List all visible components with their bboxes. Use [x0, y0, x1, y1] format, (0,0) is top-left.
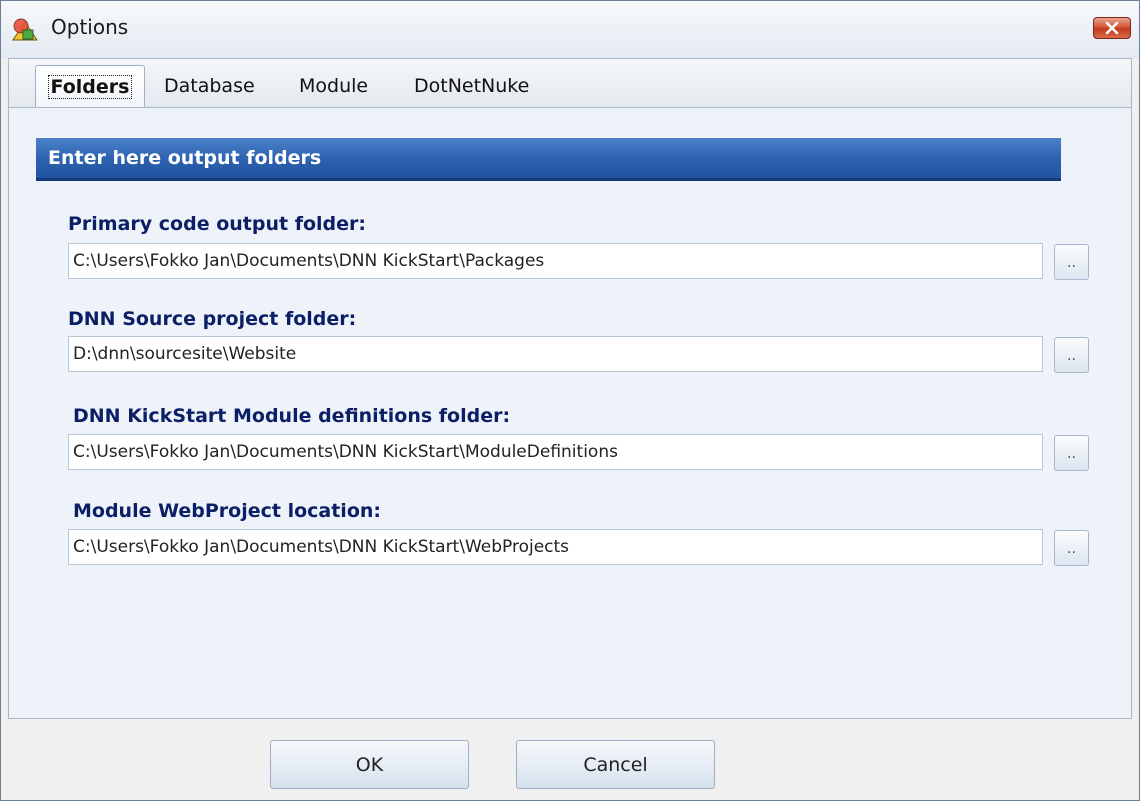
- close-icon: [1105, 21, 1119, 35]
- module-webproject-location-input[interactable]: [68, 529, 1043, 565]
- module-definitions-folder-browse-button[interactable]: ..: [1054, 435, 1089, 471]
- dnn-source-project-folder-browse-button[interactable]: ..: [1054, 337, 1089, 373]
- module-webproject-location-label: Module WebProject location:: [73, 500, 381, 522]
- title-bar[interactable]: Options: [1, 1, 1139, 58]
- module-definitions-folder-input[interactable]: [68, 434, 1043, 470]
- tab-dotnetnuke[interactable]: DotNetNuke: [414, 65, 529, 107]
- app-shapes-icon: [12, 18, 38, 41]
- module-webproject-location-browse-button[interactable]: ..: [1054, 530, 1089, 566]
- primary-code-output-folder-browse-button[interactable]: ..: [1054, 244, 1089, 280]
- primary-code-output-folder-input[interactable]: [68, 243, 1043, 279]
- tab-label: Module: [299, 75, 369, 97]
- tab-database[interactable]: Database: [164, 65, 255, 107]
- module-definitions-folder-label: DNN KickStart Module definitions folder:: [73, 405, 511, 427]
- tab-folders[interactable]: Folders: [35, 65, 145, 107]
- options-dialog: Options Folders Database Module DotNetNu…: [0, 0, 1140, 801]
- primary-code-output-folder-label: Primary code output folder:: [68, 213, 366, 235]
- dnn-source-project-folder-input[interactable]: [68, 336, 1043, 372]
- section-header-text: Enter here output folders: [48, 147, 322, 169]
- tab-module[interactable]: Module: [299, 65, 368, 107]
- cancel-button[interactable]: Cancel: [516, 740, 715, 789]
- tab-strip: Folders Database Module DotNetNuke: [8, 58, 1132, 108]
- tab-label: Database: [164, 75, 255, 97]
- tab-label: Folders: [47, 75, 133, 99]
- window-title: Options: [51, 15, 129, 39]
- section-header: Enter here output folders: [36, 138, 1061, 181]
- tab-page-folders: Enter here output folders Primary code o…: [8, 107, 1132, 719]
- close-button[interactable]: [1093, 17, 1131, 39]
- dnn-source-project-folder-label: DNN Source project folder:: [68, 308, 357, 330]
- ok-button[interactable]: OK: [270, 740, 469, 789]
- tab-label: DotNetNuke: [414, 75, 530, 97]
